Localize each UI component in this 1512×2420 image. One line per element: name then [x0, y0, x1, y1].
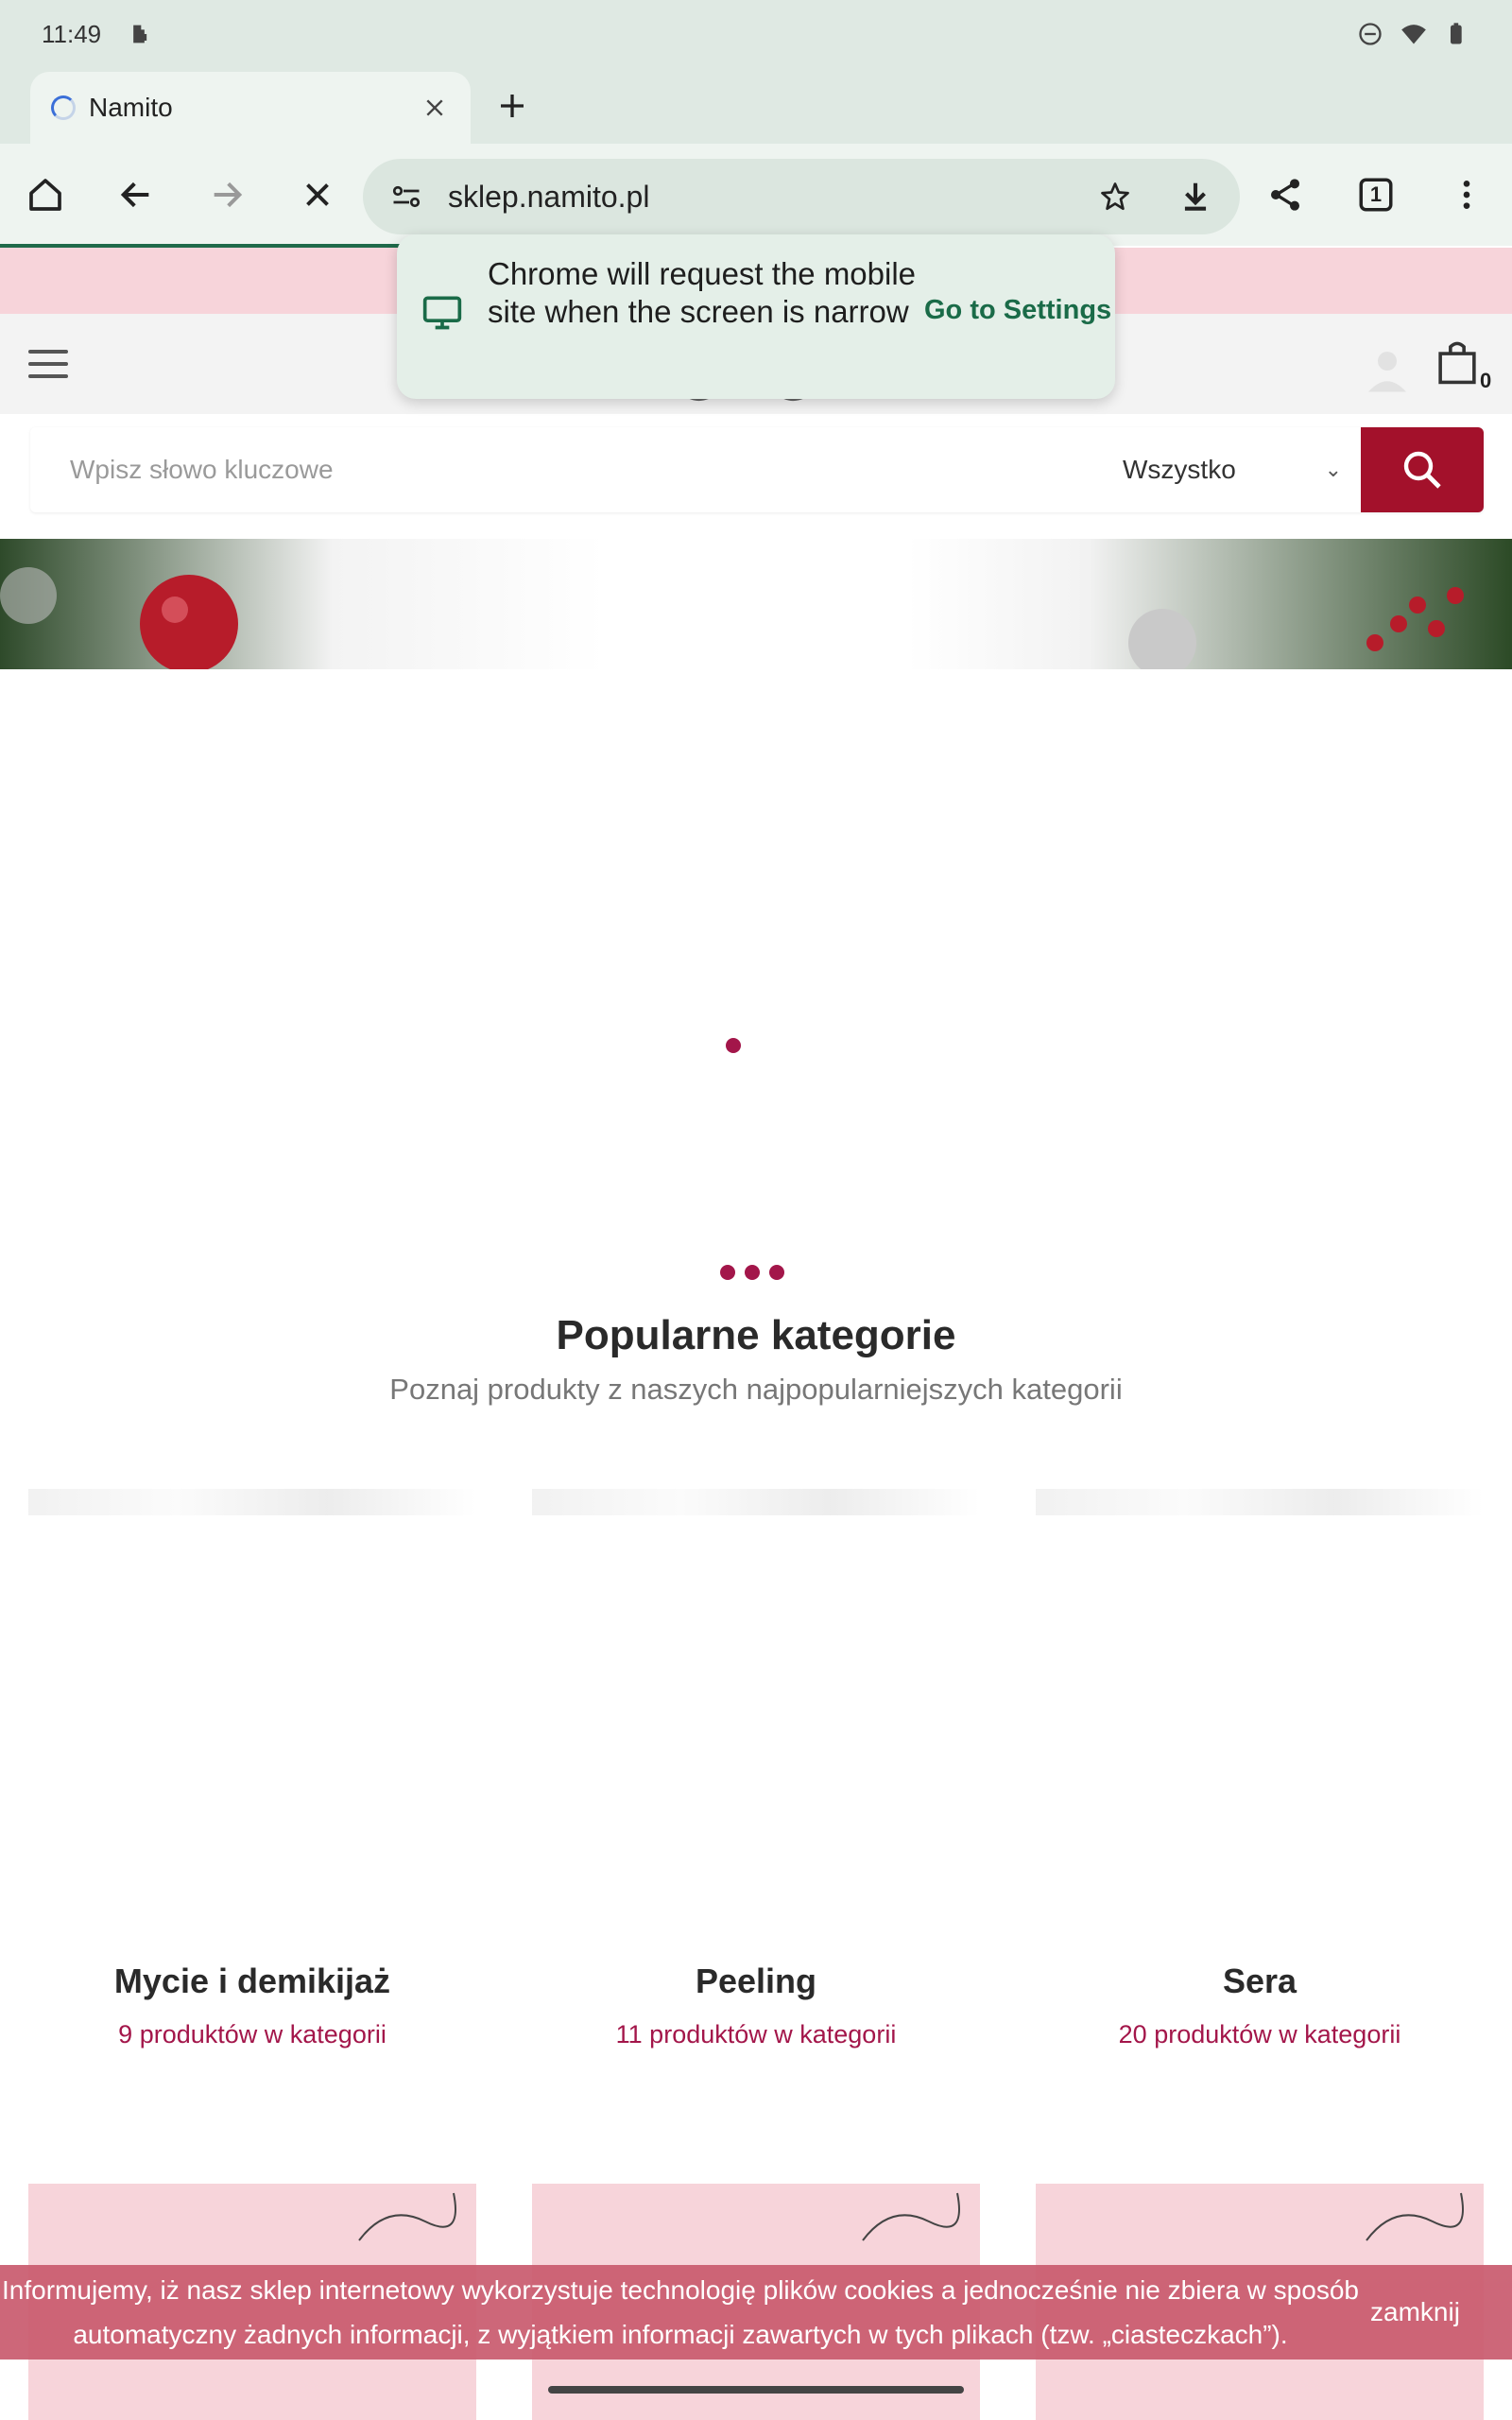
go-to-settings-button[interactable]: Go to Settings — [924, 295, 1111, 326]
loading-spinner-icon — [51, 95, 76, 120]
loading-dot — [726, 1038, 741, 1053]
browser-tab[interactable]: Namito — [30, 72, 471, 144]
tab-count: 1 — [1369, 182, 1383, 206]
category-count: 11 produktów w kategorii — [615, 2020, 897, 2048]
search-button[interactable] — [1361, 427, 1484, 512]
category-name[interactable]: Sera — [1036, 1962, 1484, 2001]
home-button[interactable] — [19, 168, 72, 221]
desktop-monitor-icon — [422, 296, 462, 330]
close-icon — [426, 99, 443, 116]
back-button[interactable] — [110, 168, 163, 221]
divider-dot — [720, 1265, 735, 1280]
category-image[interactable] — [28, 1489, 476, 1515]
battery-icon — [1451, 23, 1462, 44]
cart-count: 0 — [1480, 369, 1492, 392]
cookie-close-button[interactable]: zamknij — [1370, 2297, 1460, 2327]
cookie-notice: Informujemy, iż nasz sklep internetowy w… — [0, 2265, 1512, 2360]
tab-close-button[interactable] — [420, 93, 450, 123]
cookie-text: Informujemy, iż nasz sklep internetowy w… — [2, 2275, 1359, 2349]
shopping-bag-icon — [1438, 341, 1476, 385]
do-not-disturb-icon — [1359, 23, 1382, 45]
shield-lock-icon — [133, 25, 147, 43]
menu-button[interactable] — [28, 350, 68, 378]
menu-line — [28, 350, 68, 354]
plus-icon — [501, 95, 524, 117]
url-text[interactable]: sklep.namito.pl — [448, 180, 649, 215]
cart-button[interactable]: 0 — [1436, 338, 1493, 395]
browser-toolbar: sklep.namito.pl 1 — [0, 144, 1512, 246]
category-count: 20 produktów w kategorii — [1118, 2020, 1401, 2048]
search-bar: Wszystko ⌄ — [30, 427, 1484, 512]
section-subtitle: Poznaj produkty z naszych najpopularniej… — [389, 1373, 1123, 1406]
chevron-down-icon: ⌄ — [1324, 458, 1342, 481]
tab-title: Namito — [89, 93, 173, 122]
category-name[interactable]: Peeling — [532, 1962, 980, 2001]
address-bar[interactable]: sklep.namito.pl — [363, 159, 1240, 234]
search-category-select[interactable]: Wszystko ⌄ — [1123, 427, 1368, 512]
category-card[interactable]: Mycie i demikijaż 9 produktów w kategori… — [28, 1489, 476, 2056]
mobile-site-tooltip: Chrome will request the mobile site when… — [397, 234, 1115, 399]
divider-dot — [745, 1265, 760, 1280]
download-icon[interactable] — [1177, 179, 1213, 215]
divider-dot — [769, 1265, 784, 1280]
close-icon — [306, 183, 329, 206]
section-divider-dots — [720, 1265, 784, 1280]
category-image[interactable] — [1036, 1489, 1484, 1515]
arrow-left-icon — [120, 182, 149, 208]
new-tab-button[interactable] — [491, 85, 533, 127]
share-button[interactable] — [1259, 168, 1312, 221]
category-name[interactable]: Mycie i demikijaż — [28, 1962, 476, 2001]
search-input[interactable] — [30, 427, 1070, 512]
site-settings-icon[interactable] — [389, 180, 423, 214]
status-bar: 11:49 — [0, 0, 1512, 68]
menu-line — [28, 374, 68, 378]
more-vert-icon — [1463, 181, 1470, 209]
tab-switcher-button[interactable]: 1 — [1349, 168, 1402, 221]
arrow-right-icon — [214, 182, 243, 208]
search-category-value: Wszystko — [1123, 455, 1236, 484]
banner-decoration-image — [0, 567, 1464, 669]
forward-button[interactable] — [200, 168, 253, 221]
user-account-icon[interactable] — [1359, 342, 1416, 399]
tooltip-message: Chrome will request the mobile site when… — [488, 256, 917, 329]
category-card[interactable]: Sera 20 produktów w kategorii — [1036, 1489, 1484, 2056]
search-icon — [1403, 451, 1441, 489]
gesture-home-indicator[interactable] — [548, 2386, 964, 2394]
overflow-menu-button[interactable] — [1440, 168, 1493, 221]
bookmark-star-icon[interactable] — [1098, 180, 1132, 214]
holiday-banner[interactable] — [0, 539, 1512, 669]
wifi-icon — [1401, 25, 1426, 44]
share-icon — [1271, 179, 1299, 211]
category-image[interactable] — [532, 1489, 980, 1515]
category-count: 9 produktów w kategorii — [118, 2020, 387, 2048]
stop-loading-button[interactable] — [291, 168, 344, 221]
status-time: 11:49 — [42, 19, 102, 48]
tab-strip: Namito — [0, 68, 1512, 144]
category-card[interactable]: Peeling 11 produktów w kategorii — [532, 1489, 980, 2056]
menu-line — [28, 362, 68, 366]
home-icon — [29, 179, 61, 211]
section-title: Popularne kategorie — [556, 1312, 956, 1358]
